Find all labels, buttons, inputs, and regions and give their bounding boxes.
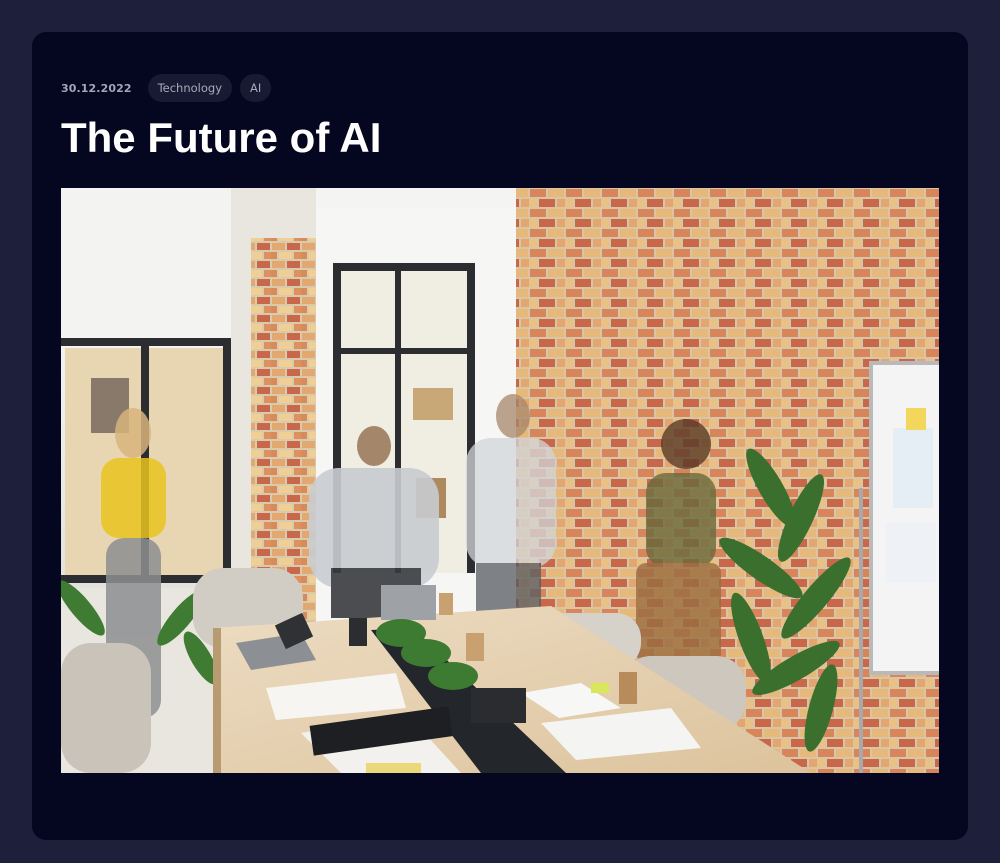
post-card: 30.12.2022 Technology AI The Future of A… [32,32,968,840]
post-meta: 30.12.2022 Technology AI [61,74,272,102]
post-date: 30.12.2022 [61,81,132,95]
tag-ai[interactable]: AI [240,74,272,102]
post-title: The Future of AI [61,114,382,161]
tag-technology[interactable]: Technology [147,74,233,102]
hero-image [61,188,939,773]
